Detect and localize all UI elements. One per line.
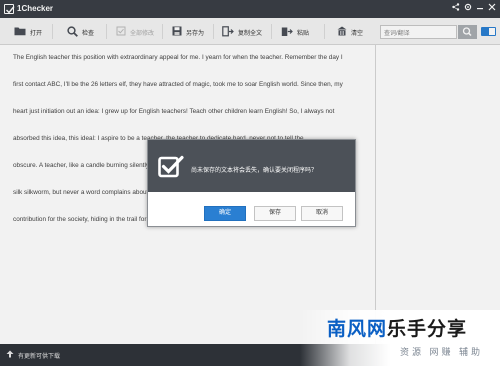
cancel-button[interactable]: 取消	[301, 206, 343, 221]
watermark-subtitle: 资源 网赚 辅助	[400, 347, 484, 357]
update-link[interactable]: 有更新可供下载	[18, 351, 60, 360]
save-button[interactable]: 保存	[254, 206, 296, 221]
watermark-logo-blue: 南风网	[327, 319, 388, 340]
watermark-logo: 南风网乐手分享	[327, 314, 467, 341]
app-check-icon	[158, 155, 184, 181]
dialog-message: 尚未保存的文本将会丢失，确认要关闭程序吗？	[191, 168, 318, 174]
confirm-button[interactable]: 确定	[204, 206, 246, 221]
update-arrow-icon	[6, 350, 14, 358]
confirm-close-dialog: 尚未保存的文本将会丢失，确认要关闭程序吗？ 确定 保存 取消	[147, 139, 356, 227]
watermark-logo-dark: 乐手分享	[387, 319, 468, 340]
dialog-header: 尚未保存的文本将会丢失，确认要关闭程序吗？	[148, 140, 355, 192]
